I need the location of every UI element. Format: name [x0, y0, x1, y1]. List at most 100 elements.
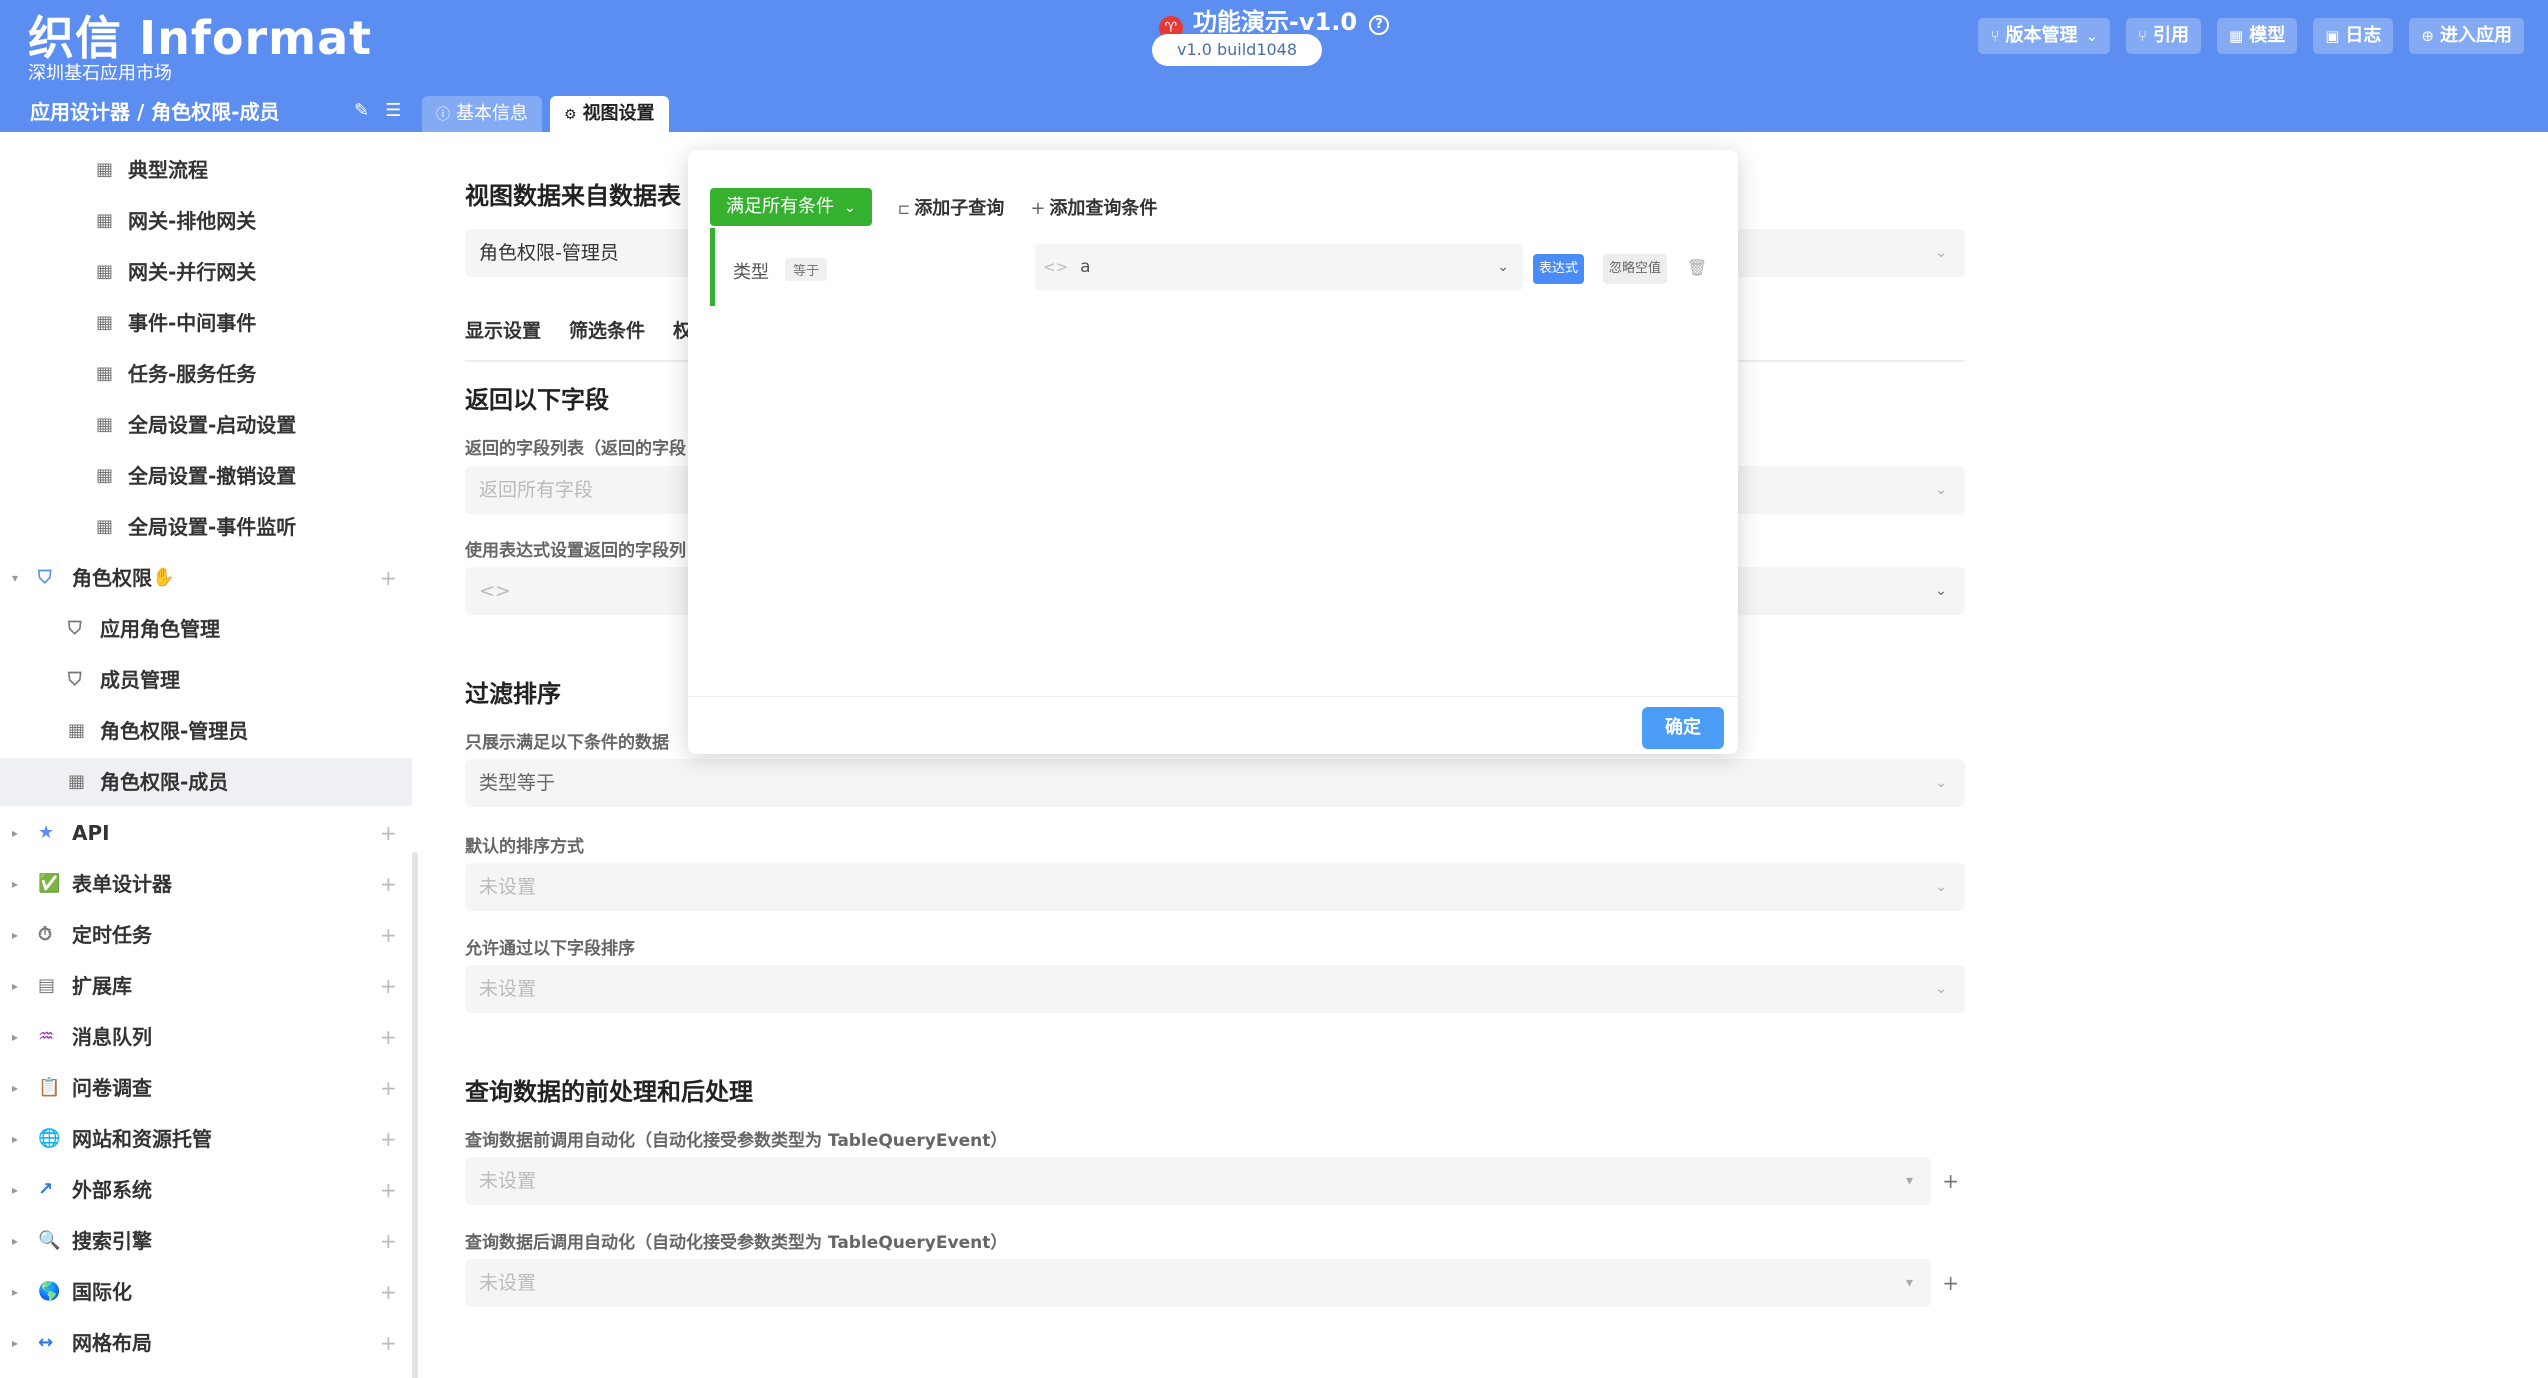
- table-icon: ▦: [2229, 27, 2244, 45]
- edit-icon[interactable]: ✎: [354, 100, 385, 121]
- reference-button[interactable]: ⑂ 引用: [2126, 18, 2202, 54]
- pre-process-select[interactable]: 未设置 ▾ +: [465, 1157, 1959, 1205]
- info-icon: ⓘ: [436, 107, 450, 123]
- sidebar-item-gateway-exclusive[interactable]: ▦ 网关-排他网关: [0, 197, 412, 245]
- table-icon: ▦: [96, 363, 114, 384]
- add-icon[interactable]: +: [380, 1319, 397, 1367]
- sidebar-group-scheduled[interactable]: ▸ ⏱ 定时任务 +: [0, 911, 412, 959]
- chevron-down-icon: ⌄: [1497, 259, 1509, 275]
- caret-down-icon: ▾: [1905, 1173, 1913, 1189]
- sidebar-group-survey[interactable]: ▸ 📋 问卷调查 +: [0, 1064, 412, 1112]
- pre-process-label: 查询数据前调用自动化（自动化接受参数类型为 TableQueryEvent）: [465, 1131, 1008, 1151]
- sort-label: 默认的排序方式: [465, 837, 584, 857]
- chevron-down-icon: ⌄: [1935, 981, 1947, 997]
- chevron-down-icon: ⌄: [1935, 583, 1947, 599]
- subquery-icon: ⊏: [897, 200, 911, 218]
- return-expr-label: 使用表达式设置返回的字段列: [465, 541, 686, 561]
- subbar-icons: ✎☰: [354, 100, 417, 121]
- condition-toolbar: 满足所有条件 ⌄ ⊏ 添加子查询 + 添加查询条件: [710, 188, 1157, 226]
- sidebar-group-api[interactable]: ▸ ★ API +: [0, 809, 412, 857]
- post-process-select[interactable]: 未设置 ▾ +: [465, 1259, 1959, 1307]
- sidebar-item-role-admin[interactable]: ▦ 角色权限-管理员: [0, 707, 412, 755]
- table-icon: ▦: [96, 210, 114, 231]
- add-icon[interactable]: +: [380, 962, 397, 1010]
- sidebar-item-app-role[interactable]: ⛉ 应用角色管理: [0, 605, 412, 653]
- tab-basic-info[interactable]: ⓘ 基本信息: [422, 96, 542, 132]
- caret-down-icon: ▾: [1905, 1275, 1913, 1291]
- help-icon[interactable]: ?: [1369, 15, 1390, 35]
- ignore-empty-button[interactable]: 忽略空值: [1603, 254, 1668, 284]
- filter-condition-select[interactable]: 类型等于 ⌄: [465, 759, 1965, 807]
- star-icon: ★: [38, 822, 55, 843]
- sidebar: ▦ 典型流程 ▦ 网关-排他网关 ▦ 网关-并行网关 ▦ 事件-中间事件 ▦ 任务-服务任…: [0, 132, 420, 1378]
- sidebar-group-role-permission[interactable]: ▾ ⛉ 角色权限 ✋ +: [0, 554, 412, 602]
- sidebar-group-extension[interactable]: ▸ ▤ 扩展库 +: [0, 962, 412, 1010]
- sidebar-item-role-member[interactable]: ▦ 角色权限-成员: [0, 758, 412, 806]
- sidebar-item-global-revoke[interactable]: ▦ 全局设置-撤销设置: [0, 452, 412, 500]
- add-icon[interactable]: +: [380, 1268, 397, 1316]
- sidebar-group-search[interactable]: ▸ 🔍 搜索引擎 +: [0, 1217, 412, 1265]
- confirm-button[interactable]: 确定: [1642, 707, 1724, 749]
- sidebar-scrollbar[interactable]: [412, 852, 418, 1378]
- sidebar-group-website[interactable]: ▸ 🌐 网站和资源托管 +: [0, 1115, 412, 1163]
- sidebar-group-grid[interactable]: ▸ ↔ 网格布局 +: [0, 1319, 412, 1367]
- sidebar-item-flow-typical[interactable]: ▦ 典型流程: [0, 146, 412, 194]
- log-button[interactable]: ▣ 日志: [2313, 18, 2394, 54]
- table-icon: ▦: [96, 261, 114, 282]
- filter-heading: 过滤排序: [465, 680, 561, 708]
- expression-toggle-button[interactable]: 表达式: [1533, 254, 1585, 284]
- allow-sort-select[interactable]: 未设置 ⌄: [465, 965, 1965, 1013]
- match-all-dropdown[interactable]: 满足所有条件 ⌄: [710, 188, 872, 226]
- wave-icon: ♒: [38, 1026, 55, 1047]
- chevron-down-icon: ⌄: [844, 200, 856, 216]
- image-icon: ▣: [2325, 27, 2340, 45]
- table-icon: ▦: [96, 312, 114, 333]
- sidebar-item-member-manage[interactable]: ⛉ 成员管理: [0, 656, 412, 704]
- caret-right-icon: ▸: [12, 1234, 19, 1248]
- subtab-filter[interactable]: 筛选条件: [569, 320, 645, 342]
- trash-icon[interactable]: 🗑: [1687, 258, 1707, 277]
- table-icon: ▦: [68, 771, 86, 792]
- add-icon[interactable]: +: [380, 860, 397, 908]
- magnifier-icon: 🔍: [38, 1230, 61, 1251]
- sidebar-item-task-service[interactable]: ▦ 任务-服务任务: [0, 350, 412, 398]
- sidebar-item-gateway-parallel[interactable]: ▦ 网关-并行网关: [0, 248, 412, 296]
- sidebar-group-i18n[interactable]: ▸ 🌎 国际化 +: [0, 1268, 412, 1316]
- caret-right-icon: ▸: [12, 1030, 19, 1044]
- chevron-down-icon: ⌄: [2085, 27, 2099, 45]
- add-icon[interactable]: +: [380, 554, 397, 602]
- add-icon[interactable]: +: [1942, 1157, 1959, 1205]
- add-icon[interactable]: +: [1942, 1259, 1959, 1307]
- add-icon[interactable]: +: [380, 1064, 397, 1112]
- chevron-down-icon: ⌄: [1935, 482, 1947, 498]
- sidebar-group-external[interactable]: ▸ ↗ 外部系统 +: [0, 1166, 412, 1214]
- add-icon[interactable]: +: [380, 1217, 397, 1265]
- sidebar-item-global-startup[interactable]: ▦ 全局设置-启动设置: [0, 401, 412, 449]
- timer-icon: ⏱: [38, 924, 53, 945]
- condition-value-input[interactable]: <> a ⌄: [1035, 244, 1523, 290]
- add-icon[interactable]: +: [380, 809, 397, 857]
- add-icon[interactable]: +: [380, 911, 397, 959]
- enter-app-button[interactable]: ⊕ 进入应用: [2409, 18, 2524, 54]
- add-icon[interactable]: +: [380, 1166, 397, 1214]
- outline-icon[interactable]: ☰: [385, 100, 417, 121]
- sidebar-group-mq[interactable]: ▸ ♒ 消息队列 +: [0, 1013, 412, 1061]
- subtab-display[interactable]: 显示设置: [465, 320, 541, 342]
- sidebar-group-form-designer[interactable]: ▸ ✅ 表单设计器 +: [0, 860, 412, 908]
- sidebar-item-global-listener[interactable]: ▦ 全局设置-事件监听: [0, 503, 412, 551]
- condition-operator[interactable]: 等于: [785, 258, 828, 281]
- add-condition-button[interactable]: + 添加查询条件: [1030, 194, 1157, 220]
- allow-sort-label: 允许通过以下字段排序: [465, 939, 635, 959]
- add-icon[interactable]: +: [380, 1013, 397, 1061]
- model-button[interactable]: ▦ 模型: [2217, 18, 2298, 54]
- add-subquery-button[interactable]: ⊏ 添加子查询: [898, 194, 1005, 220]
- table-icon: ▦: [96, 414, 114, 435]
- tab-view-settings[interactable]: ⚙ 视图设置: [550, 96, 669, 132]
- version-manage-button[interactable]: ⑂ 版本管理 ⌄: [1978, 18, 2111, 54]
- sort-select[interactable]: 未设置 ⌄: [465, 863, 1965, 911]
- add-icon[interactable]: +: [380, 1115, 397, 1163]
- sidebar-item-event-intermediate[interactable]: ▦ 事件-中间事件: [0, 299, 412, 347]
- condition-field[interactable]: 类型: [733, 258, 769, 284]
- package-icon: ▤: [38, 975, 56, 996]
- caret-right-icon: ▸: [12, 1081, 19, 1095]
